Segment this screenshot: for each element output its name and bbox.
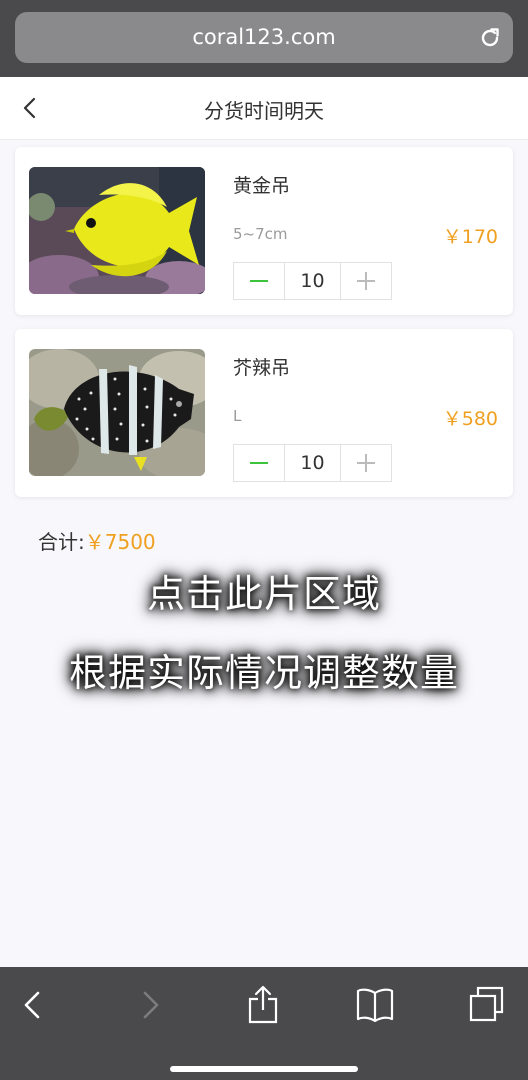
- plus-icon: [357, 272, 375, 290]
- page-title: 分货时间明天: [204, 99, 324, 123]
- quantity-stepper: 10: [233, 444, 392, 482]
- book-icon[interactable]: [355, 985, 395, 1025]
- product-size: 5~7cm: [233, 225, 288, 243]
- order-total: 合计:￥7500: [38, 526, 156, 555]
- decrease-button[interactable]: [234, 445, 284, 481]
- cart-item-card: 芥辣吊 L ￥580 10: [15, 329, 513, 497]
- product-name: 芥辣吊: [233, 357, 291, 379]
- home-indicator[interactable]: [170, 1066, 358, 1072]
- cart-item-card: 黄金吊 5~7cm ￥170 10: [15, 147, 513, 315]
- increase-button[interactable]: [341, 445, 391, 481]
- chevron-left-icon[interactable]: [20, 985, 46, 1025]
- url-text: coral123.com: [192, 25, 336, 49]
- product-price: ￥580: [442, 408, 498, 430]
- address-bar[interactable]: coral123.com: [15, 12, 513, 63]
- minus-icon: [250, 280, 268, 282]
- product-size: L: [233, 407, 242, 425]
- tabs-icon[interactable]: [468, 985, 506, 1025]
- quantity-value[interactable]: 10: [284, 445, 341, 481]
- browser-bottom-toolbar: [0, 967, 528, 1080]
- app-header: 分货时间明天: [0, 77, 528, 140]
- product-image-yellow-tang[interactable]: [29, 167, 205, 294]
- share-icon[interactable]: [246, 985, 280, 1025]
- plus-icon: [357, 454, 375, 472]
- reload-icon[interactable]: [477, 25, 503, 51]
- total-value: ￥7500: [84, 530, 156, 554]
- minus-icon: [250, 462, 268, 464]
- overlay-caption-line2: 根据实际情况调整数量: [68, 651, 459, 695]
- increase-button[interactable]: [341, 263, 391, 299]
- overlay-caption-line1: 点击此片区域: [146, 572, 381, 616]
- product-price: ￥170: [442, 226, 498, 248]
- product-name: 黄金吊: [233, 175, 291, 197]
- chevron-right-icon[interactable]: [137, 985, 163, 1025]
- quantity-stepper: 10: [233, 262, 392, 300]
- quantity-value[interactable]: 10: [284, 263, 341, 299]
- decrease-button[interactable]: [234, 263, 284, 299]
- browser-top-bar: coral123.com: [0, 0, 528, 77]
- product-image-striped-tang[interactable]: [29, 349, 205, 476]
- total-label: 合计:: [38, 530, 85, 554]
